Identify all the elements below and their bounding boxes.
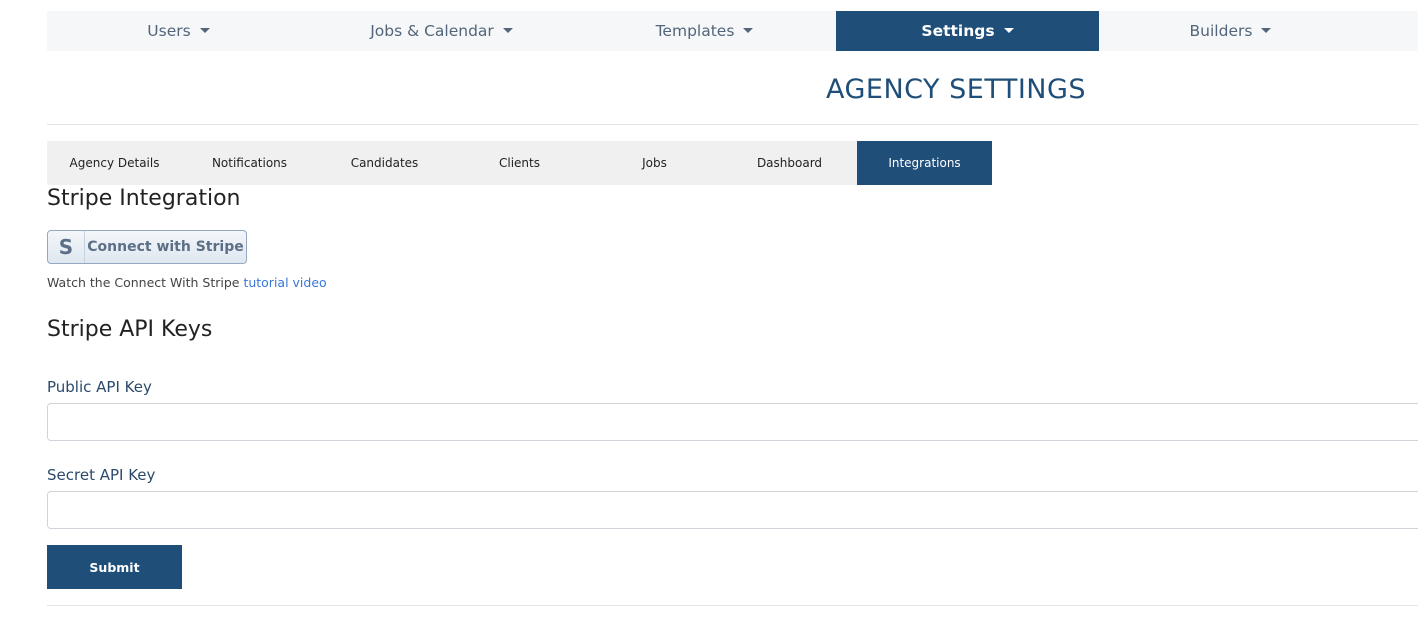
submit-button[interactable]: Submit bbox=[47, 545, 182, 589]
secret-api-key-label: Secret API Key bbox=[47, 466, 156, 484]
nav-item-label: Templates bbox=[655, 22, 735, 40]
tab-agency-details[interactable]: Agency Details bbox=[47, 141, 182, 185]
stripe-help-text: Watch the Connect With Stripe tutorial v… bbox=[47, 275, 327, 290]
caret-down-icon bbox=[1003, 27, 1014, 33]
caret-down-icon bbox=[743, 27, 754, 33]
nav-item-label: Builders bbox=[1189, 22, 1253, 40]
nav-item-builders[interactable]: Builders bbox=[1099, 11, 1362, 51]
nav-item-jobs-calendar[interactable]: Jobs & Calendar bbox=[310, 11, 573, 51]
tab-clients[interactable]: Clients bbox=[452, 141, 587, 185]
tutorial-video-link[interactable]: tutorial video bbox=[243, 275, 326, 290]
page-title: AGENCY SETTINGS bbox=[826, 74, 1087, 105]
caret-down-icon bbox=[1261, 27, 1272, 33]
caret-down-icon bbox=[502, 27, 513, 33]
public-api-key-input[interactable] bbox=[47, 403, 1418, 441]
secret-api-key-input[interactable] bbox=[47, 491, 1418, 529]
help-text-prefix: Watch the Connect With Stripe bbox=[47, 275, 244, 290]
settings-tabs: Agency Details Notifications Candidates … bbox=[47, 141, 1418, 185]
nav-item-templates[interactable]: Templates bbox=[573, 11, 836, 51]
stripe-api-keys-heading: Stripe API Keys bbox=[47, 317, 213, 342]
main-nav: Users Jobs & Calendar Templates Settings… bbox=[47, 11, 1418, 51]
nav-item-users[interactable]: Users bbox=[47, 11, 310, 51]
tab-notifications[interactable]: Notifications bbox=[182, 141, 317, 185]
form-bottom-divider bbox=[47, 605, 1418, 606]
tab-candidates[interactable]: Candidates bbox=[317, 141, 452, 185]
stripe-integration-heading: Stripe Integration bbox=[47, 186, 241, 211]
connect-with-stripe-button[interactable]: S Connect with Stripe bbox=[47, 230, 247, 264]
nav-item-label: Users bbox=[147, 22, 191, 40]
tab-jobs[interactable]: Jobs bbox=[587, 141, 722, 185]
nav-item-label: Settings bbox=[921, 22, 995, 40]
tab-integrations[interactable]: Integrations bbox=[857, 141, 992, 185]
stripe-logo-icon: S bbox=[48, 231, 85, 263]
nav-item-settings[interactable]: Settings bbox=[836, 11, 1099, 51]
public-api-key-label: Public API Key bbox=[47, 378, 152, 396]
tab-dashboard[interactable]: Dashboard bbox=[722, 141, 857, 185]
title-divider bbox=[47, 124, 1418, 125]
caret-down-icon bbox=[199, 27, 210, 33]
nav-item-label: Jobs & Calendar bbox=[370, 22, 494, 40]
connect-with-stripe-label: Connect with Stripe bbox=[87, 239, 244, 255]
